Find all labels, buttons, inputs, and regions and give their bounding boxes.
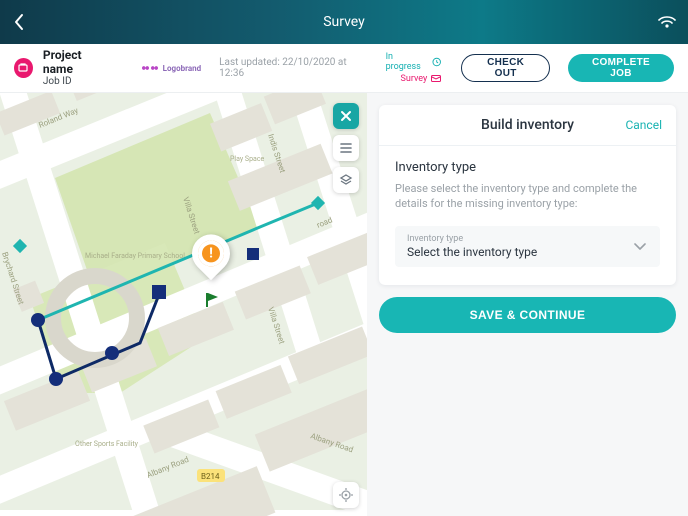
card-body: Inventory type Please select the invento… xyxy=(379,146,676,285)
poi-label: Play Space xyxy=(230,155,264,163)
map-pane[interactable]: Roland Way Brychard Street Villa Street … xyxy=(0,93,367,516)
poi-label: Other Sports Facility xyxy=(75,440,139,448)
chevron-down-icon xyxy=(632,240,648,252)
map-controls xyxy=(333,103,359,193)
clock-icon xyxy=(432,57,441,67)
logobrand-label: Logobrand xyxy=(163,64,202,73)
status-column: In progress Survey xyxy=(386,52,442,84)
logobrand: Logobrand xyxy=(141,63,202,73)
map-canvas[interactable]: Roland Way Brychard Street Villa Street … xyxy=(0,93,367,516)
top-bar: Survey xyxy=(0,0,688,44)
project-name: Project name xyxy=(43,49,111,75)
last-updated: Last updated: 22/10/2020 at 12:36 xyxy=(219,57,365,79)
job-id: Job ID xyxy=(43,76,111,87)
back-icon[interactable] xyxy=(12,13,26,31)
infinity-icon xyxy=(141,63,159,73)
status-survey: Survey xyxy=(401,74,428,84)
wifi-icon xyxy=(658,15,676,29)
cancel-button[interactable]: Cancel xyxy=(625,118,662,132)
save-continue-button[interactable]: SAVE & CONTINUE xyxy=(379,297,676,333)
pin-alert-icon: ! xyxy=(198,240,224,266)
card-header: Build inventory Cancel xyxy=(379,105,676,146)
inventory-card: Build inventory Cancel Inventory type Pl… xyxy=(379,105,676,285)
page-title: Survey xyxy=(0,14,688,30)
poi-label: Michael Faraday Primary School xyxy=(85,252,185,260)
map-close-button[interactable] xyxy=(333,103,359,129)
map-pin[interactable]: ! xyxy=(192,234,236,288)
survey-badge-icon xyxy=(431,75,441,83)
select-label: Inventory type xyxy=(407,234,537,245)
card-title: Build inventory xyxy=(481,117,574,133)
project-bar: Project name Job ID Logobrand Last updat… xyxy=(0,44,688,93)
complete-job-button[interactable]: COMPLETE JOB xyxy=(568,54,674,82)
map-layers-button[interactable] xyxy=(333,167,359,193)
layers-icon xyxy=(339,173,353,187)
side-pane: Build inventory Cancel Inventory type Pl… xyxy=(367,93,688,516)
select-value: Select the inventory type xyxy=(407,245,537,259)
status-in-progress: In progress xyxy=(386,52,428,72)
close-icon xyxy=(340,110,352,122)
content: Roland Way Brychard Street Villa Street … xyxy=(0,93,688,516)
locate-icon xyxy=(338,487,354,503)
list-icon xyxy=(339,142,353,154)
inventory-type-select[interactable]: Inventory type Select the inventory type xyxy=(395,226,660,267)
map-list-button[interactable] xyxy=(333,135,359,161)
road-code-label: B214 xyxy=(201,472,220,481)
section-desc: Please select the inventory type and com… xyxy=(395,181,660,212)
brand-logo-icon xyxy=(14,58,33,78)
section-label: Inventory type xyxy=(395,160,660,175)
map-locate-button[interactable] xyxy=(333,482,359,508)
project-text: Project name Job ID xyxy=(43,49,111,86)
check-out-button[interactable]: CHECK OUT xyxy=(461,54,550,82)
